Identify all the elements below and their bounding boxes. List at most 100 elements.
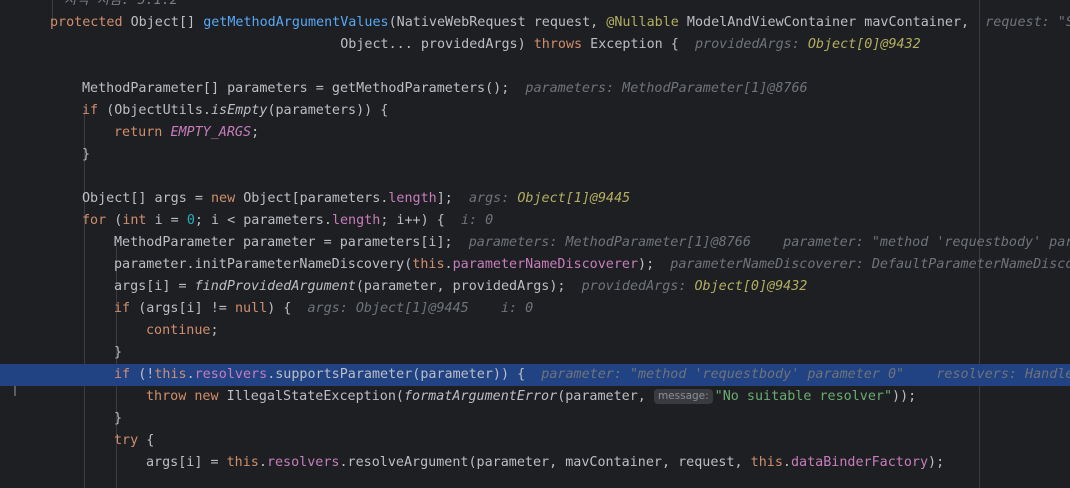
code-token: parameter.initParameterNameDiscovery( — [114, 257, 413, 272]
code-token: Object[] args = — [82, 191, 211, 206]
code-token: ); — [638, 257, 671, 272]
debug-value: Object[0]@9432 — [807, 37, 921, 52]
code-token: } — [82, 147, 91, 162]
code-token: new — [211, 191, 244, 206]
code-token: resolvers — [194, 367, 268, 382]
code-token: if — [114, 367, 139, 382]
code-token: ]; — [436, 191, 469, 206]
code-token: ; — [251, 125, 260, 140]
code-token: ) { — [267, 301, 308, 316]
code-line[interactable]: protected Object[] getMethodArgumentValu… — [0, 12, 1070, 34]
code-line[interactable]: MethodParameter[] parameters = getMethod… — [0, 78, 1070, 100]
code-token: . — [258, 455, 267, 470]
debug-value: Object[0]@9432 — [694, 279, 808, 294]
code-token: )); — [892, 389, 917, 404]
code-token: (parameter, providedArgs); — [355, 279, 582, 294]
code-token: Object[] — [130, 15, 204, 30]
code-token: (args[i] != — [138, 301, 235, 316]
code-token: "No suitable resolver" — [714, 389, 893, 404]
code-token: for — [82, 213, 115, 228]
code-token: formatArgumentError — [404, 389, 558, 404]
code-token: .resolveArgument(parameter, mavContainer… — [339, 455, 751, 470]
code-token: dataBinderFactory — [790, 455, 929, 470]
code-token: i = — [154, 213, 187, 228]
code-token: { — [146, 433, 155, 448]
code-token: . — [444, 257, 453, 272]
code-line[interactable]: try { — [0, 430, 1070, 452]
inline-debug-hint: i: 0 — [460, 213, 494, 228]
code-line[interactable]: parameter.initParameterNameDiscovery(thi… — [0, 254, 1070, 276]
code-token: args[i] = — [146, 455, 227, 470]
code-token: if — [114, 301, 139, 316]
code-token: try — [114, 433, 147, 448]
code-token: 0 — [186, 213, 195, 228]
code-line[interactable]: MethodParameter parameter = parameters[i… — [0, 232, 1070, 254]
code-token: args[i] = — [114, 279, 195, 294]
inline-debug-hint: parameter: "method 'requestbody' paramet… — [541, 367, 1070, 382]
code-token: (NativeWebRequest request, — [388, 15, 607, 30]
code-token: length — [331, 213, 381, 228]
code-line[interactable]: continue; — [0, 320, 1070, 342]
code-line[interactable]: } — [0, 342, 1070, 364]
code-token: (parameters)) { — [267, 103, 389, 118]
code-line[interactable]: 지역 지점: 5.1.2 — [0, 0, 1070, 12]
inline-debug-hint: args: — [469, 191, 518, 206]
code-token: resolvers — [266, 455, 340, 470]
inline-debug-hint: Object[0]@9432 — [808, 37, 921, 52]
code-token: EMPTY_ARGS — [170, 125, 252, 140]
code-line[interactable]: args[i] = findProvidedArgument(parameter… — [0, 276, 1070, 298]
code-line-current[interactable]: if (!this.resolvers.supportsParameter(pa… — [0, 364, 1070, 386]
code-line[interactable] — [0, 56, 1070, 78]
code-token: this — [226, 455, 259, 470]
debug-value: Object[1]@9445 — [517, 191, 631, 206]
code-token: null — [234, 301, 268, 316]
code-token: int — [122, 213, 155, 228]
code-token: protected — [50, 15, 131, 30]
code-editor[interactable]: 지역 지점: 5.1.2 protected Object[] getMethod… — [0, 0, 1070, 488]
code-token: (parameter, — [557, 389, 654, 404]
code-token: new — [194, 389, 227, 404]
code-comment: 지역 지점: 5.1.2 — [64, 0, 178, 8]
code-line[interactable] — [0, 166, 1070, 188]
code-token: ); — [928, 455, 945, 470]
parameter-name-hint: message: — [653, 389, 713, 404]
code-token: return — [114, 125, 171, 140]
code-line[interactable]: args[i] = this.resolvers.resolveArgument… — [0, 452, 1070, 474]
code-line[interactable]: Object... providedArgs) throws Exception… — [0, 34, 1070, 56]
inline-debug-hint: parameterNameDiscoverer: DefaultParamete… — [670, 257, 1070, 272]
code-line[interactable]: } — [0, 144, 1070, 166]
code-token: (ObjectUtils. — [106, 103, 211, 118]
code-token: .supportsParameter(parameter)) { — [267, 367, 542, 382]
code-line[interactable]: Object[] args = new Object[parameters.le… — [0, 188, 1070, 210]
code-line[interactable]: if (ObjectUtils.isEmpty(parameters)) { — [0, 100, 1070, 122]
code-line[interactable]: if (args[i] != null) { args: Object[1]@9… — [0, 298, 1070, 320]
code-token: this — [154, 367, 187, 382]
inline-debug-hint: Object[0]@9432 — [694, 279, 807, 294]
code-token: this — [412, 257, 445, 272]
inline-debug-hint: args: Object[1]@9445 i: 0 — [307, 301, 534, 316]
code-line[interactable]: throw new IllegalStateException(formatAr… — [0, 386, 1070, 408]
code-token: ; i < parameters. — [194, 213, 332, 228]
code-line[interactable]: } — [0, 408, 1070, 430]
code-token: findProvidedArgument — [194, 279, 356, 294]
code-token: ModelAndViewContainer mavContainer, — [686, 15, 986, 30]
code-token: parameterNameDiscoverer — [452, 257, 639, 272]
code-token: isEmpty — [211, 103, 268, 118]
code-token: MethodParameter[] parameters = getMethod… — [82, 81, 526, 96]
code-token: . — [186, 367, 195, 382]
code-token: length — [388, 191, 437, 206]
code-token: Object[parameters. — [243, 191, 389, 206]
code-line[interactable]: for (int i = 0; i < parameters.length; i… — [0, 210, 1070, 232]
code-token: ; i++) { — [380, 213, 461, 228]
inline-debug-hint: parameters: MethodParameter[1]@8766 — [525, 81, 808, 96]
code-token: Object... providedArgs) — [50, 37, 534, 52]
code-line[interactable]: return EMPTY_ARGS; — [0, 122, 1070, 144]
code-token: if — [82, 103, 107, 118]
code-token: MethodParameter parameter = parameters[i… — [114, 235, 469, 250]
inline-debug-hint: providedArgs: — [694, 37, 808, 52]
code-token: IllegalStateException( — [226, 389, 404, 404]
inline-debug-hint: providedArgs: — [581, 279, 695, 294]
code-token: ; — [210, 323, 219, 338]
code-token: . — [782, 455, 791, 470]
code-token: continue — [146, 323, 211, 338]
